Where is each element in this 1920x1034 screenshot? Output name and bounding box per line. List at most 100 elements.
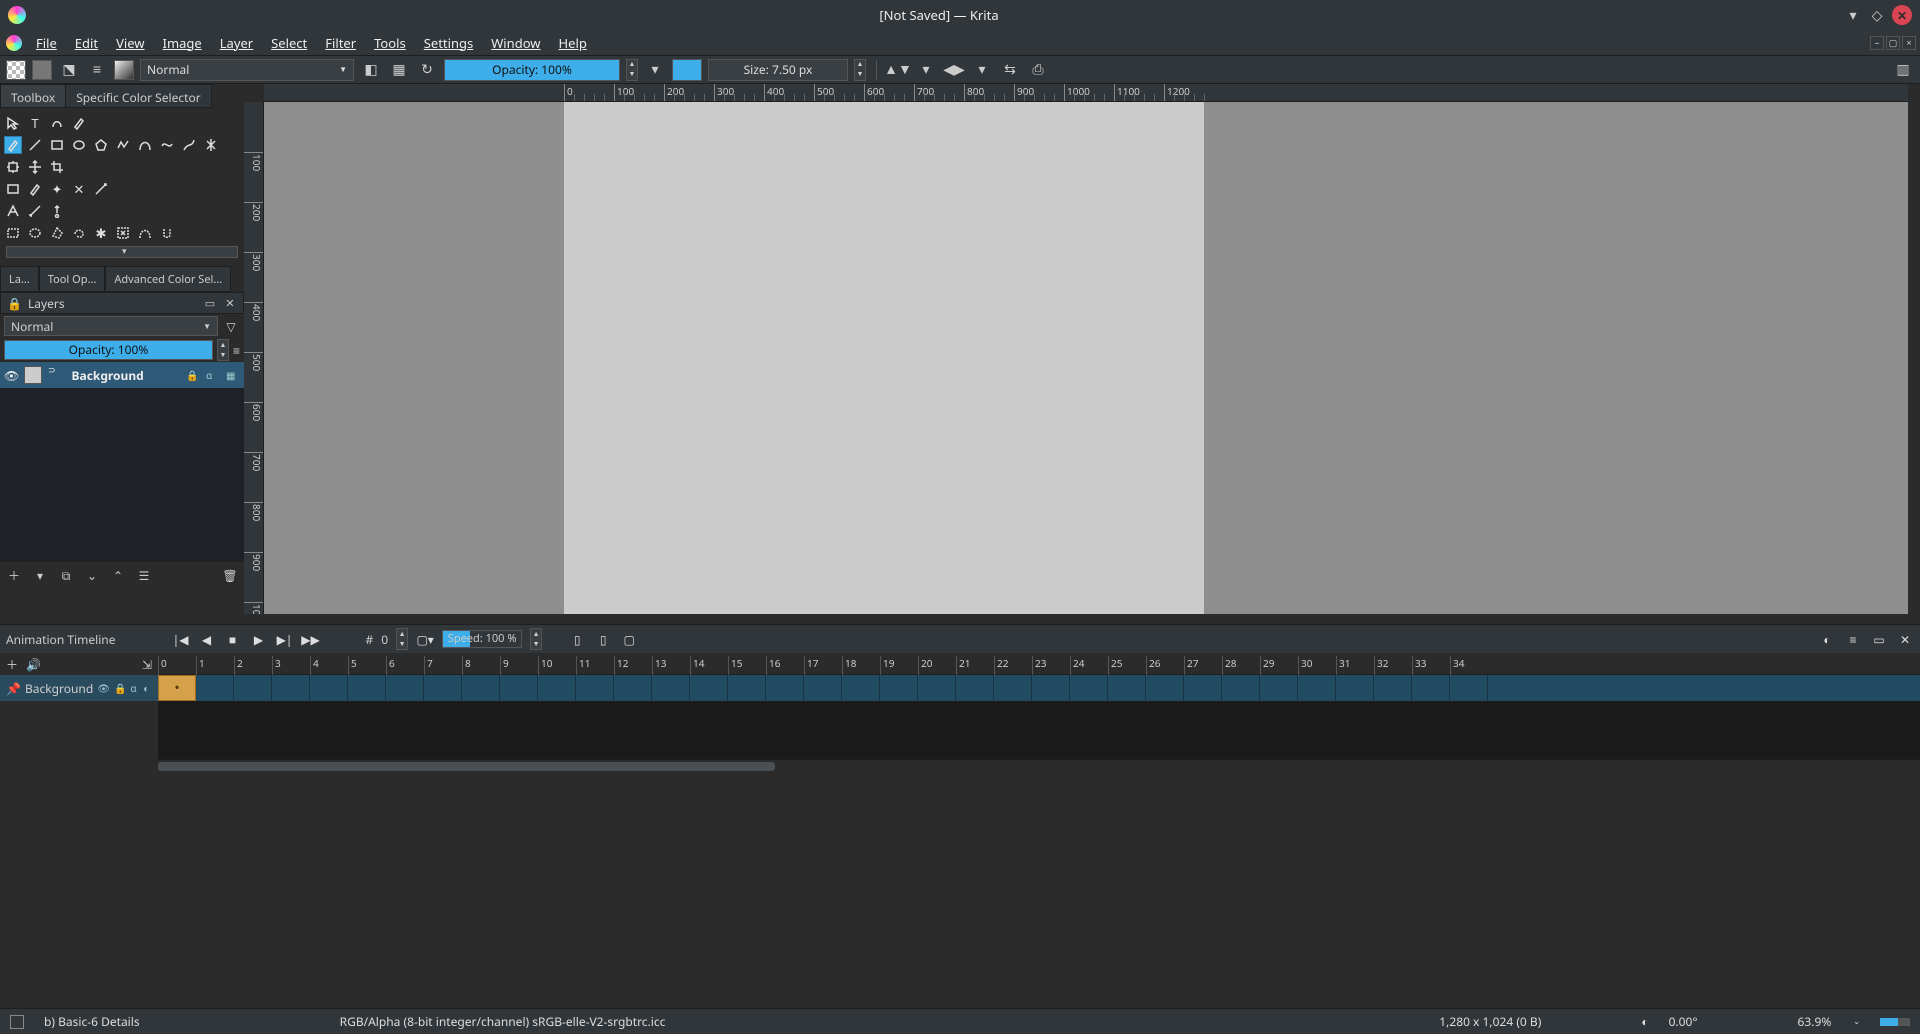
timeline-cell[interactable]: [1222, 675, 1260, 701]
timeline-cell[interactable]: [804, 675, 842, 701]
tool-transform[interactable]: [4, 158, 22, 176]
timeline-cell[interactable]: [842, 675, 880, 701]
timeline-cell[interactable]: [880, 675, 918, 701]
layer-add-icon[interactable]: ＋: [6, 567, 22, 583]
mirror-h-icon[interactable]: ▲▼: [887, 59, 909, 81]
size-spin[interactable]: ▲▼: [854, 59, 866, 81]
timeline-settings-icon[interactable]: ≡: [1844, 630, 1862, 648]
tool-dynamic-brush[interactable]: [180, 136, 198, 154]
timeline-prev-icon[interactable]: ◀: [198, 630, 216, 648]
menu-settings[interactable]: Settings: [416, 31, 481, 55]
layer-add-menu-icon[interactable]: ▾: [32, 567, 48, 583]
tl-eye-icon[interactable]: 👁: [97, 681, 110, 695]
tool-select-similar[interactable]: [114, 224, 132, 242]
mirror-h-drop-icon[interactable]: ▾: [915, 59, 937, 81]
sub-close-icon[interactable]: ×: [1902, 36, 1916, 50]
timeline-cell[interactable]: [538, 675, 576, 701]
layers-float-icon[interactable]: ▭: [203, 296, 217, 310]
fgbg-swap-icon[interactable]: ⬔: [58, 59, 80, 81]
tl-lock-icon[interactable]: 🔒: [114, 681, 126, 695]
timeline-keyframe[interactable]: [158, 675, 196, 701]
timeline-cell[interactable]: [994, 675, 1032, 701]
menu-layer[interactable]: Layer: [212, 31, 261, 55]
timeline-cell[interactable]: [728, 675, 766, 701]
tool-rectangle[interactable]: [48, 136, 66, 154]
layer-visibility-icon[interactable]: 👁: [4, 367, 18, 384]
timeline-cell[interactable]: [956, 675, 994, 701]
timeline-track-area[interactable]: 0123456789101112131415161718192021222324…: [158, 653, 1920, 773]
reload-preset-icon[interactable]: ↻: [416, 59, 438, 81]
right-scrollbar[interactable]: [1908, 84, 1920, 614]
tab-specific-color[interactable]: Specific Color Selector: [65, 84, 212, 108]
tool-move[interactable]: [4, 114, 22, 132]
timeline-cell[interactable]: [234, 675, 272, 701]
timeline-clip-end-icon[interactable]: ▯: [594, 630, 612, 648]
wrap-icon[interactable]: ⇆: [999, 59, 1021, 81]
horizontal-ruler[interactable]: 0100200300400500600700800900100011001200: [264, 84, 1908, 102]
vertical-ruler[interactable]: 1002003004005006007008009001000: [244, 102, 264, 614]
menu-file[interactable]: File: [28, 31, 65, 55]
menu-help[interactable]: Help: [551, 31, 595, 55]
timeline-drop-frame-icon[interactable]: ▢▾: [416, 630, 434, 648]
tl-onion-icon[interactable]: ◐: [143, 681, 152, 695]
timeline-first-icon[interactable]: |◀: [172, 630, 190, 648]
tool-select-bezier[interactable]: [136, 224, 154, 242]
timeline-cell[interactable]: [690, 675, 728, 701]
timeline-cell[interactable]: [614, 675, 652, 701]
timeline-cell[interactable]: [1374, 675, 1412, 701]
tool-select-ellipse[interactable]: [26, 224, 44, 242]
status-select-icon[interactable]: [10, 1015, 24, 1029]
layer-delete-icon[interactable]: 🗑: [222, 567, 238, 583]
layer-opacity-slider[interactable]: Opacity: 100%: [4, 340, 213, 360]
tool-freehand-brush[interactable]: [4, 136, 22, 154]
timeline-last-icon[interactable]: ▶▶: [302, 630, 320, 648]
timeline-cell[interactable]: [1260, 675, 1298, 701]
tool-select-freehand[interactable]: [70, 224, 88, 242]
window-minimize-button[interactable]: ▾: [1844, 6, 1862, 24]
timeline-close-icon[interactable]: ✕: [1896, 630, 1914, 648]
window-maximize-button[interactable]: ◇: [1868, 6, 1886, 24]
menu-image[interactable]: Image: [155, 31, 210, 55]
opacity-dropdown-icon[interactable]: ▾: [644, 59, 666, 81]
timeline-pin-icon[interactable]: ⇲: [142, 656, 152, 673]
timeline-frame-ruler[interactable]: 0123456789101112131415161718192021222324…: [158, 653, 1920, 675]
timeline-cell[interactable]: [196, 675, 234, 701]
status-zoom-drop-icon[interactable]: ⌄: [1853, 1016, 1860, 1027]
timeline-cell[interactable]: [386, 675, 424, 701]
mirror-v-icon[interactable]: ◀▶: [943, 59, 965, 81]
timeline-onion-icon[interactable]: ◐: [1818, 630, 1836, 648]
frame-number[interactable]: 0: [381, 631, 388, 648]
layer-blend-select[interactable]: Normal▼: [4, 316, 218, 336]
tool-select-contiguous[interactable]: ✱: [92, 224, 110, 242]
tool-ellipse[interactable]: [70, 136, 88, 154]
window-close-button[interactable]: ✕: [1892, 5, 1912, 25]
layer-inherit-icon[interactable]: ▦: [226, 368, 240, 382]
timeline-cell[interactable]: [766, 675, 804, 701]
tab-tool-options[interactable]: Tool Op...: [39, 266, 106, 292]
timeline-cell[interactable]: [918, 675, 956, 701]
tool-assistant[interactable]: [4, 202, 22, 220]
timeline-float-icon[interactable]: ▭: [1870, 630, 1888, 648]
timeline-cell[interactable]: [1336, 675, 1374, 701]
gradient-swatch-icon[interactable]: [114, 60, 134, 80]
timeline-scrollbar[interactable]: [158, 759, 1920, 773]
tool-select-polygon[interactable]: [48, 224, 66, 242]
timeline-next-icon[interactable]: ▶|: [276, 630, 294, 648]
status-memory-icon[interactable]: ◐: [1641, 1013, 1648, 1030]
tool-move-layer[interactable]: [26, 158, 44, 176]
layer-properties-icon[interactable]: ☰: [136, 567, 152, 583]
canvas-document[interactable]: [564, 102, 1204, 614]
timeline-cell[interactable]: [1412, 675, 1450, 701]
tool-color-picker[interactable]: [26, 180, 44, 198]
timeline-cell[interactable]: [1184, 675, 1222, 701]
tab-advanced-color[interactable]: Advanced Color Sel...: [105, 266, 231, 292]
timeline-cell[interactable]: [576, 675, 614, 701]
timeline-layer-row[interactable]: 📌 Background 👁 🔒 α ◐: [0, 675, 158, 701]
timeline-clip-start-icon[interactable]: ▯: [568, 630, 586, 648]
sub-max-icon[interactable]: ▢: [1886, 36, 1900, 50]
brush-size-field[interactable]: Size: 7.50 px: [708, 59, 848, 81]
timeline-cell[interactable]: [1146, 675, 1184, 701]
tool-line[interactable]: [26, 136, 44, 154]
layers-close-icon[interactable]: ✕: [223, 296, 237, 310]
current-color-swatch[interactable]: [672, 59, 702, 81]
